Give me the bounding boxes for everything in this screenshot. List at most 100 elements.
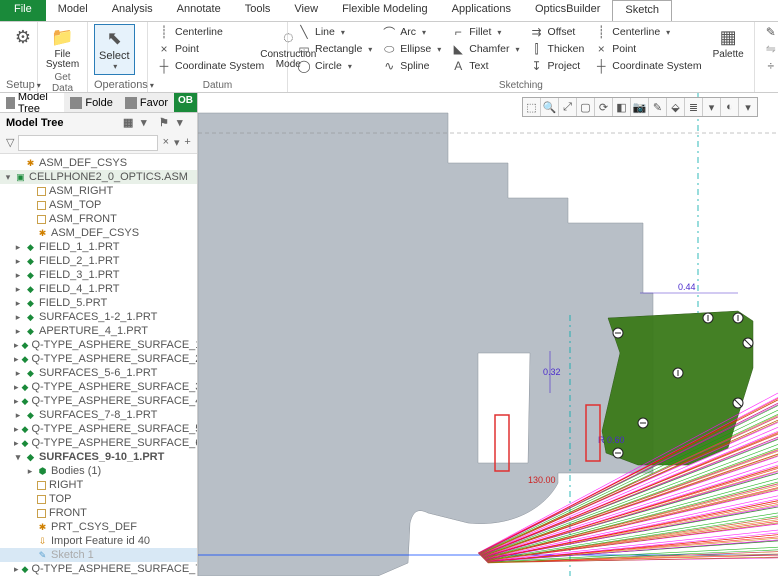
modify-button[interactable]: ✎Modify (761, 24, 778, 40)
chamfer-button[interactable]: ◣Chamfer▾ (448, 41, 522, 57)
tree-node[interactable]: ▸◆SURFACES_5-6_1.PRT (0, 366, 197, 380)
tree-node[interactable]: ASM_TOP (0, 198, 197, 212)
clear-filter-icon[interactable]: × (162, 136, 169, 150)
tree-node[interactable]: FRONT (0, 506, 197, 520)
thicken-button[interactable]: ⫿Thicken (527, 41, 588, 57)
point2-button[interactable]: ×Point (591, 41, 704, 57)
setup-button[interactable]: ⚙ (6, 24, 40, 50)
menu-model[interactable]: Model (46, 0, 100, 21)
tree-node[interactable]: ▸◆Q-TYPE_ASPHERE_SURFACE_7_1.PRT (0, 562, 197, 576)
tree-node[interactable]: TOP (0, 492, 197, 506)
tree-node[interactable]: ▸◆SURFACES_7-8_1.PRT (0, 408, 197, 422)
tree-node[interactable]: ▸◆Q-TYPE_ASPHERE_SURFACE_2_1.PRT (0, 352, 197, 366)
tree-node[interactable]: ▸◆Q-TYPE_ASPHERE_SURFACE_4_1.PRT (0, 394, 197, 408)
zoom-in-icon[interactable]: 🔍 (541, 98, 559, 116)
graphics-area[interactable]: 0.44 0.32 R 0.60 130.00 (198, 93, 778, 576)
display-icon[interactable]: ◐ (721, 98, 739, 116)
tree-node[interactable]: ▾◆SURFACES_9-10_1.PRT (0, 450, 197, 464)
tree-node[interactable]: ASM_FRONT (0, 212, 197, 226)
rectangle-button[interactable]: ▭Rectangle▾ (294, 41, 375, 57)
palette-icon: ▦ (717, 26, 739, 48)
model-tree[interactable]: ✱ASM_DEF_CSYS▾▣CELLPHONE2_0_OPTICS.ASMAS… (0, 154, 197, 576)
file-system-button[interactable]: 📁 File System (44, 24, 81, 72)
filter-input[interactable] (18, 135, 158, 151)
tree-node[interactable]: ✱ASM_DEF_CSYS (0, 226, 197, 240)
tree-node[interactable]: ✱PRT_CSYS_DEF (0, 520, 197, 534)
saved-views-icon[interactable]: 📷 (631, 98, 649, 116)
fillet-button[interactable]: ⌐Fillet▾ (448, 24, 522, 40)
zoom-window-icon[interactable]: ⬚ (523, 98, 541, 116)
workspace: Model Tree Folde Favor OB Model Tree ▦ ▾… (0, 93, 778, 576)
filter-row: ▽ × ▾ + (0, 133, 197, 154)
select-button[interactable]: ⬉ Select▾ (94, 24, 135, 75)
mirror-button[interactable]: ⇋Mirror (761, 41, 778, 57)
zoom-fit-icon[interactable]: ⤢ (559, 98, 577, 116)
palette-button[interactable]: ▦ Palette (709, 24, 748, 62)
file-menu[interactable]: File (0, 0, 46, 21)
arc-button[interactable]: ⌒Arc▾ (379, 24, 444, 40)
tree-node[interactable]: ▸◆FIELD_1_1.PRT (0, 240, 197, 254)
line-button[interactable]: ╲Line▾ (294, 24, 375, 40)
tree-node[interactable]: ▸◆Q-TYPE_ASPHERE_SURFACE_5_1.PRT (0, 422, 197, 436)
menu-flexible[interactable]: Flexible Modeling (330, 0, 440, 21)
menu-sketch[interactable]: Sketch (612, 0, 672, 21)
tree-node[interactable]: ▸◆APERTURE_4_1.PRT (0, 324, 197, 338)
dd2-icon[interactable]: ▾ (739, 98, 757, 116)
dd1-icon[interactable]: ▾ (703, 98, 721, 116)
datum-centerline[interactable]: ┊Centerline (154, 24, 267, 40)
text-button[interactable]: AText (448, 58, 522, 74)
tree-node[interactable]: ▸◆Q-TYPE_ASPHERE_SURFACE_6_1.PRT (0, 436, 197, 450)
menu-tools[interactable]: Tools (233, 0, 283, 21)
tree-node[interactable]: ▸◆Q-TYPE_ASPHERE_SURFACE_3_1.PRT (0, 380, 197, 394)
tree-node[interactable]: ▸⬢Bodies (1) (0, 464, 197, 478)
perspective-icon[interactable]: ⬙ (667, 98, 685, 116)
offset-button[interactable]: ⇉Offset (527, 24, 588, 40)
tree-node[interactable]: RIGHT (0, 478, 197, 492)
csys-icon: ┼ (157, 59, 171, 73)
star-icon (125, 97, 137, 109)
coord2-button[interactable]: ┼Coordinate System (591, 58, 704, 74)
filter-add[interactable]: + (184, 136, 191, 150)
rectangle-icon: ▭ (297, 42, 311, 56)
menu-view[interactable]: View (282, 0, 330, 21)
tab-folder[interactable]: Folde (64, 93, 119, 112)
menu-annotate[interactable]: Annotate (165, 0, 233, 21)
datum-coord[interactable]: ┼Coordinate System (154, 58, 267, 74)
tree-tool-3[interactable]: ⚑ (159, 116, 173, 130)
tree-node[interactable]: ▸◆SURFACES_1-2_1.PRT (0, 310, 197, 324)
tree-node[interactable]: ▸◆Q-TYPE_ASPHERE_SURFACE_1 1.PRT (0, 338, 197, 352)
divide-button[interactable]: ÷Divide (761, 58, 778, 74)
ob-badge[interactable]: OB (174, 93, 197, 112)
mirror-icon: ⇋ (764, 42, 778, 56)
filter-icon[interactable]: ▽ (6, 136, 14, 150)
circle-button[interactable]: ◯Circle▾ (294, 58, 375, 74)
menu-analysis[interactable]: Analysis (100, 0, 165, 21)
datum-point[interactable]: ×Point (154, 41, 267, 57)
tree-node[interactable]: ▸◆FIELD_5.PRT (0, 296, 197, 310)
project-button[interactable]: ↧Project (527, 58, 588, 74)
centerline2-button[interactable]: ┊Centerline▾ (591, 24, 704, 40)
shade-icon[interactable]: ◧ (613, 98, 631, 116)
repaint-icon[interactable]: ⟳ (595, 98, 613, 116)
tree-node[interactable]: ⇩Import Feature id 40 (0, 534, 197, 548)
tree-node[interactable]: ✎Sketch 1 (0, 548, 197, 562)
tab-favorites[interactable]: Favor (119, 93, 174, 112)
menu-opticsbuilder[interactable]: OpticsBuilder (523, 0, 612, 21)
tree-node[interactable]: ASM_RIGHT (0, 184, 197, 198)
tree-node[interactable]: ✱ASM_DEF_CSYS (0, 156, 197, 170)
ellipse-button[interactable]: ⬭Ellipse▾ (379, 41, 444, 57)
filter-dd[interactable]: ▾ (173, 136, 180, 150)
tree-tool-1[interactable]: ▦ (123, 116, 137, 130)
layers-icon[interactable]: ≣ (685, 98, 703, 116)
refit-icon[interactable]: ▢ (577, 98, 595, 116)
tree-node[interactable]: ▸◆FIELD_3_1.PRT (0, 268, 197, 282)
tree-node[interactable]: ▸◆FIELD_2_1.PRT (0, 254, 197, 268)
tree-tool-2[interactable]: ▾ (141, 116, 155, 130)
annot-icon[interactable]: ✎ (649, 98, 667, 116)
tree-node[interactable]: ▸◆FIELD_4_1.PRT (0, 282, 197, 296)
tab-model-tree[interactable]: Model Tree (0, 93, 64, 112)
tree-tool-4[interactable]: ▾ (177, 116, 191, 130)
tree-node[interactable]: ▾▣CELLPHONE2_0_OPTICS.ASM (0, 170, 197, 184)
spline-button[interactable]: ∿Spline (379, 58, 444, 74)
menu-applications[interactable]: Applications (440, 0, 523, 21)
